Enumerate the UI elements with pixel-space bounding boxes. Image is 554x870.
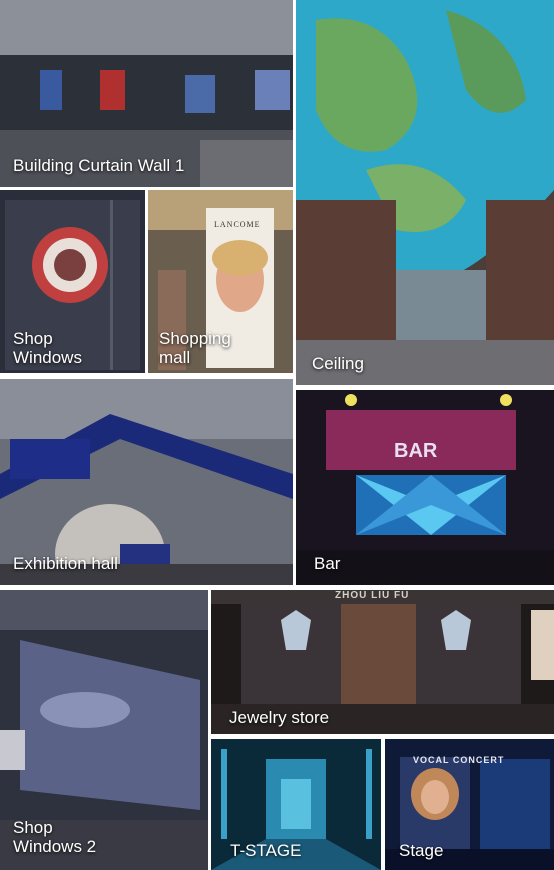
tile-shop-windows: Shop Windows [0, 190, 145, 373]
ceiling-image [296, 0, 554, 385]
building-curtain-wall-label: Building Curtain Wall 1 [13, 156, 185, 175]
tile-shopping-mall: LANCOME Shopping mall [148, 190, 293, 373]
stage-label: Stage [399, 841, 444, 860]
bar-sign-text: BAR [394, 440, 438, 462]
bar-label: Bar [314, 554, 341, 573]
tile-exhibition-hall: Exhibition hall [0, 379, 293, 585]
tile-bar: BAR Bar [296, 390, 554, 585]
ceiling-label: Ceiling [312, 354, 364, 373]
shop-windows-label: Shop Windows [13, 329, 82, 367]
jewelry-store-sign-text: ZHOU LIU FU [335, 590, 410, 601]
stage-sign-text: VOCAL CONCERT [413, 755, 505, 765]
tile-shop-windows-2: Shop Windows 2 [0, 590, 208, 870]
tile-ceiling: Ceiling [296, 0, 554, 385]
tile-building-curtain-wall: Building Curtain Wall 1 [0, 0, 293, 187]
tile-jewelry-store: ZHOU LIU FU Jewelry store [211, 590, 554, 734]
t-stage-label: T-STAGE [230, 841, 302, 860]
tile-t-stage: T-STAGE [211, 739, 381, 870]
shop-windows-2-label: Shop Windows 2 [13, 818, 97, 856]
jewelry-store-label: Jewelry store [229, 708, 330, 727]
tile-stage: VOCAL CONCERT Stage [385, 739, 554, 870]
shopping-mall-label: Shopping mall [159, 329, 231, 367]
lancome-sign-text: LANCOME [214, 220, 261, 229]
exhibition-hall-label: Exhibition hall [13, 554, 118, 573]
